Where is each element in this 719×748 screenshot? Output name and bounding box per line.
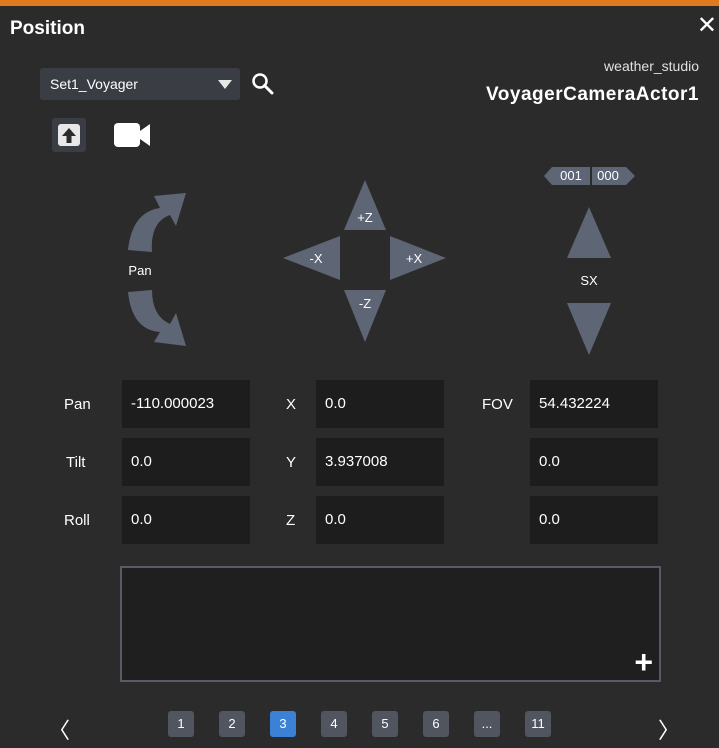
z-field[interactable]: 0.0 [316, 496, 444, 544]
page-button[interactable]: 3 [270, 711, 296, 737]
fov-field[interactable]: 54.432224 [530, 380, 658, 428]
set-select[interactable]: Set1_Voyager [40, 68, 240, 100]
sx-up-arrow-icon[interactable] [567, 207, 611, 258]
lens-field-3[interactable]: 0.0 [530, 496, 658, 544]
page-button[interactable]: 1 [168, 711, 194, 737]
camera-icon [114, 123, 150, 147]
zoom-counter-a: 001 [560, 168, 582, 183]
pan-field[interactable]: -110.000023 [122, 380, 250, 428]
minus-x-button[interactable]: -X [283, 236, 340, 280]
chevron-down-icon [218, 80, 232, 89]
page-button[interactable]: 6 [423, 711, 449, 737]
set-select-value: Set1_Voyager [50, 76, 138, 92]
zoom-counter-b: 000 [597, 168, 619, 183]
pan-up-arrow-icon[interactable] [128, 193, 186, 252]
svg-text:-X: -X [310, 251, 323, 266]
plus-z-button[interactable]: +Z [344, 180, 386, 230]
x-label: X [286, 396, 297, 413]
lens-field-2[interactable]: 0.0 [530, 438, 658, 486]
next-page-button[interactable]: 〉 [658, 713, 680, 745]
studio-name: weather_studio [604, 58, 699, 74]
pan-control-label: Pan [128, 263, 151, 278]
tilt-field[interactable]: 0.0 [122, 438, 250, 486]
plus-x-button[interactable]: +X [390, 236, 446, 280]
page-button[interactable]: ... [474, 711, 500, 737]
panel-title: Position [10, 18, 85, 39]
upload-button[interactable] [52, 118, 86, 152]
minus-z-button[interactable]: -Z [344, 290, 386, 342]
pan-down-arrow-icon[interactable] [128, 290, 186, 346]
svg-text:+X: +X [406, 251, 423, 266]
y-label: Y [286, 454, 297, 471]
x-field[interactable]: 0.0 [316, 380, 444, 428]
svg-text:-Z: -Z [359, 296, 371, 311]
svg-text:+Z: +Z [357, 210, 373, 225]
accent-bar [0, 0, 719, 6]
prev-page-button[interactable]: 〈 [48, 713, 70, 745]
sx-label: SX [580, 273, 598, 288]
camera-button[interactable] [112, 118, 150, 152]
z-label: Z [286, 512, 296, 529]
page-button[interactable]: 2 [219, 711, 245, 737]
page-button[interactable]: 5 [372, 711, 398, 737]
roll-field[interactable]: 0.0 [122, 496, 250, 544]
close-button[interactable]: ✕ [697, 14, 717, 38]
notes-area[interactable]: + [120, 566, 661, 682]
sx-down-arrow-icon[interactable] [567, 303, 611, 355]
search-icon[interactable] [249, 70, 277, 98]
upload-icon [58, 124, 80, 146]
fov-label: FOV [482, 396, 513, 413]
pan-label: Pan [64, 396, 91, 413]
navigation-controls: Pan +Z -X +X -Z 001 000 SX [128, 167, 635, 355]
zoom-counter: 001 000 [544, 167, 635, 185]
page-button[interactable]: 4 [321, 711, 347, 737]
roll-label: Roll [64, 512, 90, 529]
actor-name: VoyagerCameraActor1 [486, 84, 699, 105]
page-button[interactable]: 11 [525, 711, 551, 737]
add-button[interactable]: + [634, 646, 653, 678]
tilt-label: Tilt [66, 454, 86, 471]
y-field[interactable]: 3.937008 [316, 438, 444, 486]
